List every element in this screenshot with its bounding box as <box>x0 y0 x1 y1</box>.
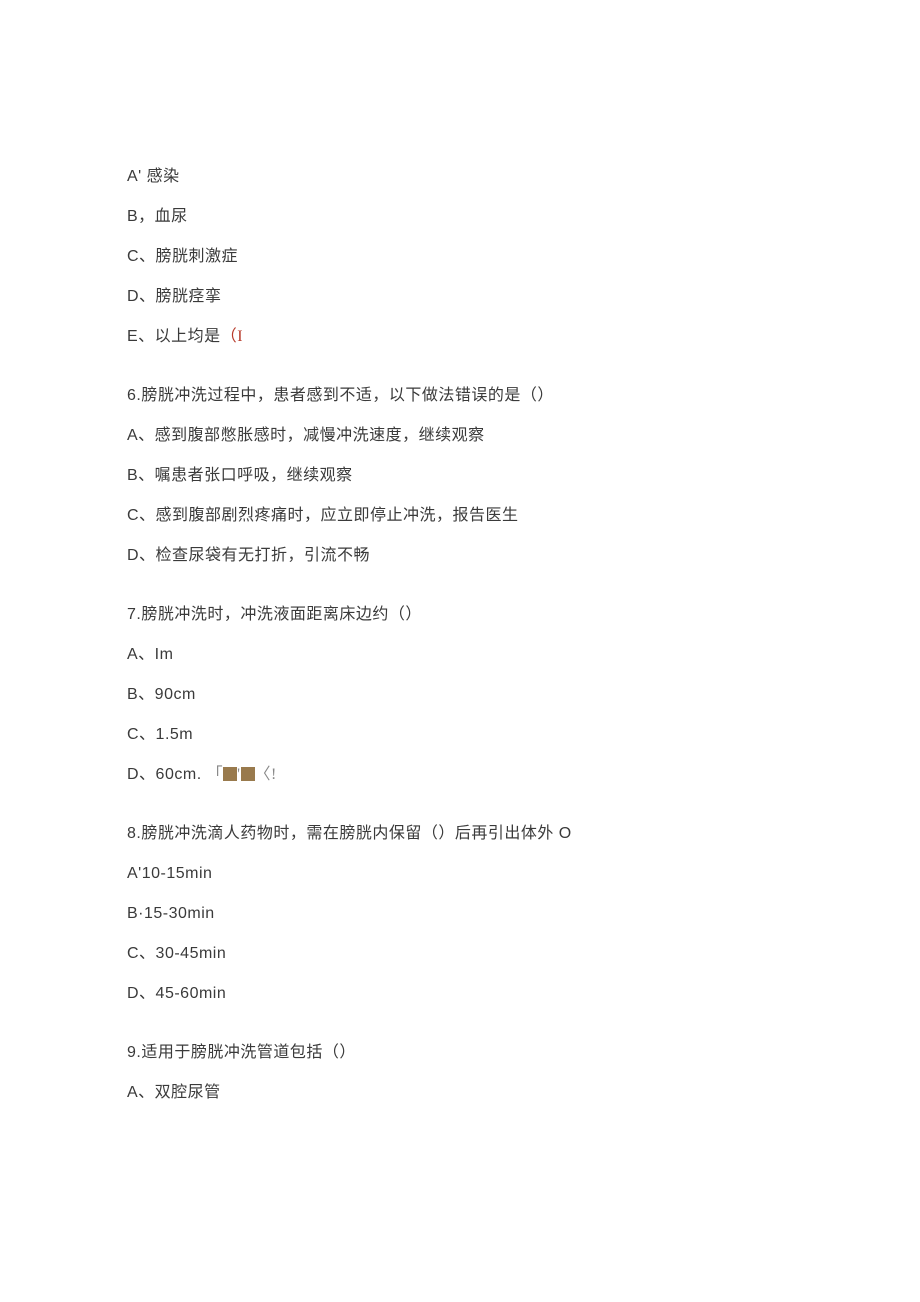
q5-option-e-text: E、以上均是 <box>127 328 221 345</box>
q7-sym-close: 〈! <box>255 766 277 783</box>
q7-option-d-symbols: 「'〈! <box>207 766 277 783</box>
block-icon <box>241 767 255 781</box>
q5-option-c: C、膀胱刺激症 <box>127 245 800 269</box>
q7-sym-open: 「 <box>207 766 224 783</box>
q7-option-d-dot: . <box>197 766 202 783</box>
q9-option-a: A、双腔尿管 <box>127 1081 800 1105</box>
q8-option-b: B·15-30min <box>127 902 800 926</box>
q6-option-c: C、感到腹部剧烈疼痛时，应立即停止冲洗，报告医生 <box>127 504 800 528</box>
q8-stem: 8.膀胱冲洗滴人药物时，需在膀胱内保留（）后再引出体外 O <box>127 822 800 846</box>
q5-option-a: A' 感染 <box>127 165 800 189</box>
q6-stem: 6.膀胱冲洗过程中，患者感到不适，以下做法错误的是（） <box>127 384 800 408</box>
q8-option-a: A'10-15min <box>127 862 800 886</box>
q8-option-c: C、30-45min <box>127 942 800 966</box>
q5-option-b: B，血尿 <box>127 205 800 229</box>
q6-option-b: B、嘱患者张口呼吸，继续观察 <box>127 464 800 488</box>
block-icon <box>223 767 237 781</box>
q5-option-d: D、膀胱痉挛 <box>127 285 800 309</box>
q5-option-e-mark: （I <box>221 328 243 345</box>
q7-option-d-prefix: D、60cm <box>127 766 197 783</box>
q7-stem: 7.膀胱冲洗时，冲洗液面距离床边约（） <box>127 603 800 627</box>
q5-option-e: E、以上均是（I <box>127 325 800 349</box>
q9-stem: 9.适用于膀胱冲洗管道包括（） <box>127 1041 800 1065</box>
q7-option-a: A、Im <box>127 643 800 667</box>
q7-option-b: B、90cm <box>127 683 800 707</box>
q7-option-c: C、1.5m <box>127 723 800 747</box>
q6-option-d: D、检查尿袋有无打折，引流不畅 <box>127 544 800 568</box>
q7-option-d: D、60cm. 「'〈! <box>127 763 800 787</box>
q8-option-d: D、45-60min <box>127 982 800 1006</box>
q6-option-a: A、感到腹部憋胀感时，减慢冲洗速度，继续观察 <box>127 424 800 448</box>
